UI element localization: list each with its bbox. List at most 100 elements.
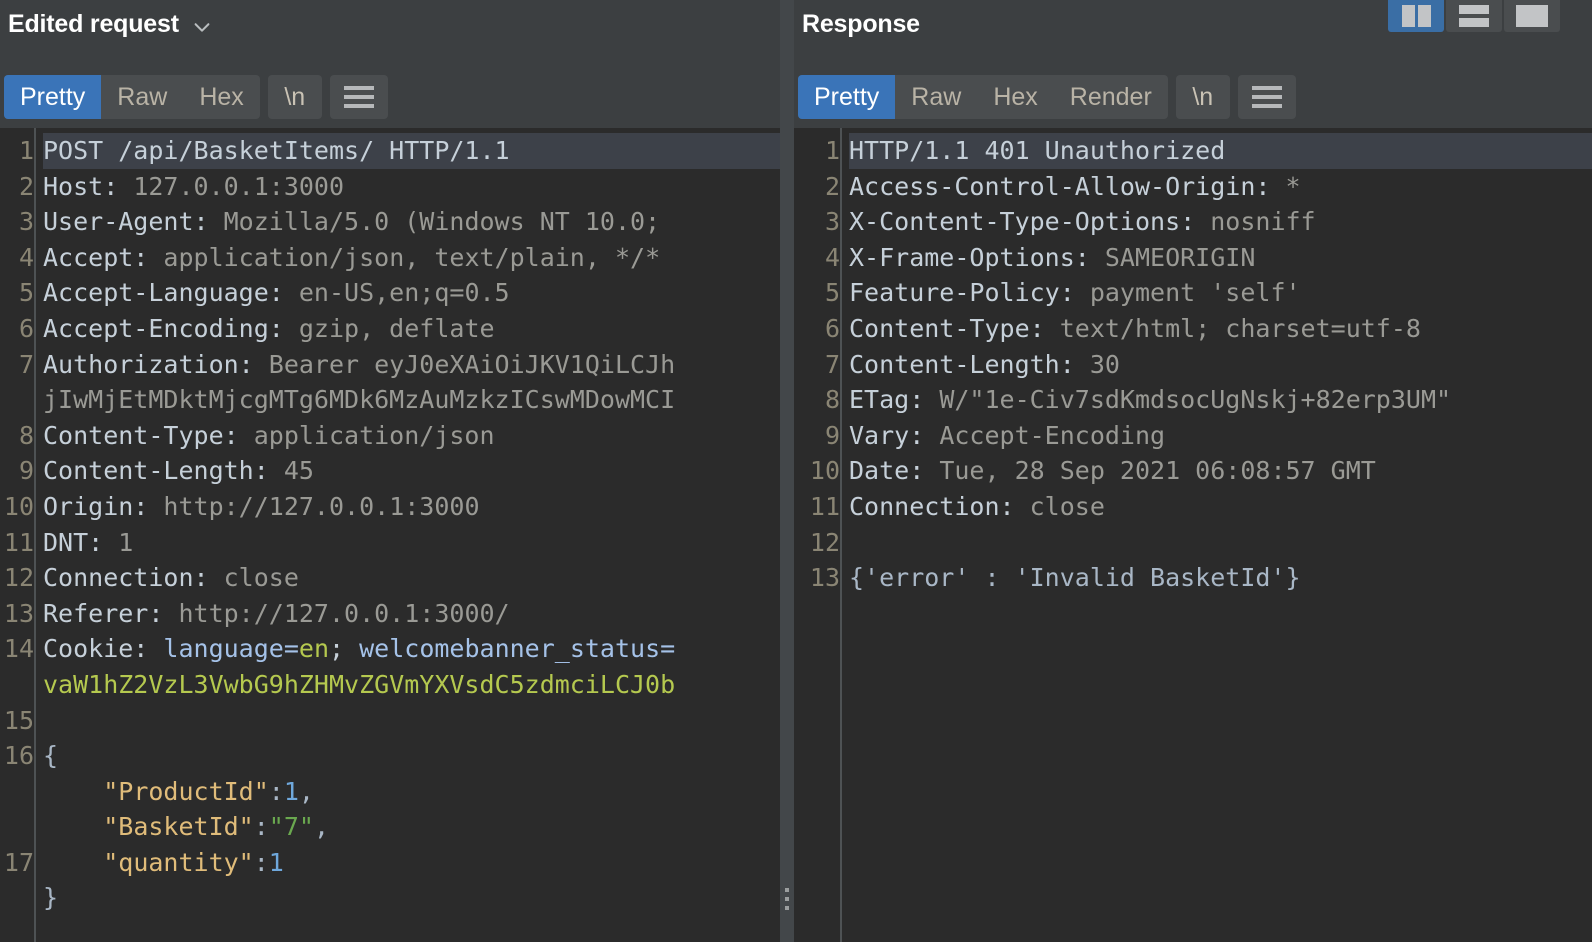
request-pane: Edited request Pretty Raw Hex \n 1234567… [0, 0, 780, 942]
response-tab-raw[interactable]: Raw [895, 75, 977, 119]
code-line: Accept-Encoding: gzip, deflate [43, 313, 495, 343]
line-number: 12 [809, 527, 840, 557]
request-menu-button[interactable] [329, 75, 388, 119]
response-newline-toggle[interactable]: \n [1175, 75, 1230, 119]
code-line: Connection: close [849, 491, 1105, 521]
response-code[interactable]: HTTP/1.1 401 Unauthorized Access-Control-… [840, 128, 1592, 942]
response-line-numbers: 1 2 3 4 5 6 7 8 9 10 11 12 13 [794, 128, 840, 942]
request-tab-hex[interactable]: Hex [183, 75, 259, 119]
hamburger-menu-icon [343, 86, 374, 108]
code-line: Connection: close [43, 563, 299, 593]
line-number: 13 [3, 598, 34, 628]
line-number: 10 [3, 491, 34, 521]
code-line: HTTP/1.1 401 Unauthorized [849, 133, 1592, 169]
code-line: Content-Length: 30 [849, 349, 1120, 379]
code-line: Accept-Language: en-US,en;q=0.5 [43, 278, 510, 308]
vertical-split-icon [1401, 4, 1431, 27]
response-view-tabs: Pretty Raw Hex Render [798, 75, 1168, 119]
code-line: Cookie: language=en; welcomebanner_statu… [43, 634, 676, 664]
response-tab-hex[interactable]: Hex [977, 75, 1053, 119]
line-number: 14 [3, 634, 34, 664]
line-number: 9 [18, 456, 34, 486]
code-line: Content-Type: text/html; charset=utf-8 [849, 313, 1421, 343]
code-line: } [43, 883, 59, 913]
code-line: X-Frame-Options: SAMEORIGIN [849, 242, 1256, 272]
line-number: 16 [3, 741, 34, 771]
code-line: X-Content-Type-Options: nosniff [849, 207, 1316, 237]
line-number: 5 [18, 278, 34, 308]
request-title: Edited request [8, 10, 179, 38]
line-number [0, 774, 34, 810]
line-number [0, 809, 34, 845]
request-editor[interactable]: 1 2 3 4 5 6 7 8 9 10 11 12 13 14 15 16 17 POST /api/Bask… [0, 128, 780, 942]
request-tab-raw[interactable]: Raw [101, 75, 183, 119]
code-line: Authorization: Bearer eyJ0eXAiOiJKV1QiLC… [43, 349, 676, 379]
line-number: 12 [3, 563, 34, 593]
request-tab-pretty[interactable]: Pretty [4, 75, 102, 119]
code-line: POST /api/BasketItems/ HTTP/1.1 [43, 133, 780, 169]
layout-horizontal-split-button[interactable] [1446, 0, 1502, 32]
code-line: vaW1hZ2VzL3VwbG9hZHMvZGVmYXVsdC5zdmciLCJ… [43, 669, 676, 699]
line-number: 6 [824, 313, 840, 343]
splitter-grip-icon [785, 888, 789, 910]
line-number: 4 [18, 242, 34, 272]
code-line: "BasketId":"7", [103, 812, 330, 842]
line-number: 8 [824, 385, 840, 415]
code-line: Content-Type: application/json [43, 420, 495, 450]
request-view-tabs: Pretty Raw Hex [4, 75, 260, 119]
pane-splitter[interactable] [780, 0, 794, 942]
code-line: Feature-Policy: payment 'self' [849, 278, 1301, 308]
line-number: 7 [18, 349, 34, 379]
hamburger-menu-icon [1251, 86, 1282, 108]
line-number: 10 [809, 456, 840, 486]
response-pane: Response Pretty Raw Hex Render \n 12 3 4 5 6… [794, 0, 1592, 942]
layout-button-group [1388, 0, 1560, 32]
line-number: 13 [809, 563, 840, 593]
code-line: Content-Length: 45 [43, 456, 314, 486]
line-number [0, 667, 34, 703]
line-number: 9 [824, 420, 840, 450]
line-number: 15 [3, 705, 34, 735]
response-tab-pretty[interactable]: Pretty [798, 75, 896, 119]
response-tabbar: Pretty Raw Hex Render \n [794, 66, 1592, 128]
code-line: Date: Tue, 28 Sep 2021 06:08:57 GMT [849, 456, 1376, 486]
line-number: 1 [824, 136, 840, 165]
horizontal-split-icon [1459, 4, 1489, 27]
code-line: {'error' : 'Invalid BasketId'} [849, 563, 1301, 593]
code-line: Vary: Accept-Encoding [849, 420, 1166, 450]
line-number: 8 [18, 420, 34, 450]
code-line: jIwMjEtMDktMjcgMTg6MDk6MzAuMzkzICswMDowM… [43, 385, 676, 415]
layout-vertical-split-button[interactable] [1388, 0, 1444, 32]
response-menu-button[interactable] [1237, 75, 1296, 119]
layout-single-pane-button[interactable] [1504, 0, 1560, 32]
line-number: 3 [824, 207, 840, 237]
code-line: Referer: http://127.0.0.1:3000/ [43, 598, 510, 628]
code-line: "ProductId":1, [103, 776, 314, 806]
chevron-down-icon[interactable] [191, 16, 213, 38]
line-number: 4 [824, 242, 840, 272]
request-code[interactable]: POST /api/BasketItems/ HTTP/1.1 Host: 127… [34, 128, 780, 942]
response-editor[interactable]: 1 2 3 4 5 6 7 8 9 10 11 12 13 HTTP/1.1 401 Unauthori… [794, 128, 1592, 942]
line-number: 17 [3, 847, 34, 877]
code-line: DNT: 1 [43, 527, 134, 557]
line-number: 2 [18, 171, 34, 201]
code-line: Origin: http://127.0.0.1:3000 [43, 491, 480, 521]
line-number: 5 [824, 278, 840, 308]
response-tab-render[interactable]: Render [1054, 75, 1168, 119]
line-number: 7 [824, 349, 840, 379]
request-line-numbers: 1 2 3 4 5 6 7 8 9 10 11 12 13 14 15 16 17 [0, 128, 34, 942]
line-number: 1 [18, 136, 34, 165]
single-pane-icon [1516, 4, 1548, 27]
response-title: Response [802, 10, 920, 38]
code-line: Host: 127.0.0.1:3000 [43, 171, 345, 201]
code-line: "quantity":1 [103, 847, 284, 877]
request-newline-toggle[interactable]: \n [267, 75, 322, 119]
code-line: { [43, 741, 59, 771]
request-tabbar: Pretty Raw Hex \n [0, 66, 780, 128]
code-line: Accept: application/json, text/plain, */… [43, 242, 661, 272]
line-number: 3 [18, 207, 34, 237]
line-number: 11 [809, 491, 840, 521]
code-line: User-Agent: Mozilla/5.0 (Windows NT 10.0… [43, 207, 661, 237]
